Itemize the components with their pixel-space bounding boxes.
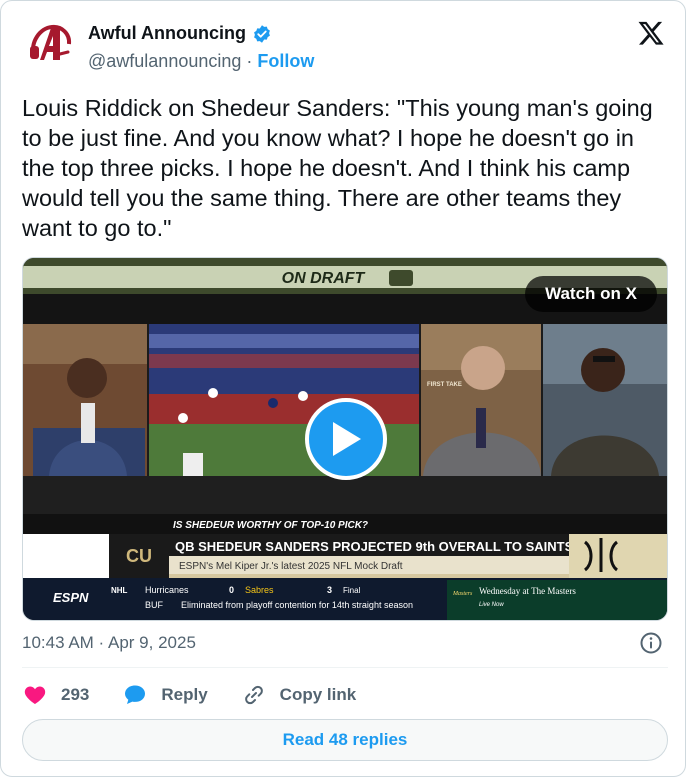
author-name-row: Awful Announcing — [88, 23, 272, 44]
promo-line2: Live Now — [479, 602, 504, 608]
video-player[interactable]: ON DRAFT FIRST TAKE IS SHEDEUR WORTHY OF… — [22, 257, 668, 621]
read-replies-button[interactable]: Read 48 replies — [22, 719, 668, 761]
x-logo-icon[interactable] — [637, 19, 665, 47]
awful-announcing-logo-icon — [22, 16, 78, 72]
author-handle[interactable]: @awfulannouncing — [88, 51, 241, 72]
author-avatar[interactable] — [22, 16, 78, 72]
like-button[interactable]: 293 — [23, 683, 89, 707]
follow-button[interactable]: Follow — [257, 51, 314, 72]
ticker-score2: 3 — [327, 585, 332, 595]
ticker-score1: 0 — [229, 585, 234, 595]
info-icon[interactable] — [639, 631, 663, 655]
tweet-text: Louis Riddick on Shedeur Sanders: "This … — [22, 95, 653, 241]
separator-dot: · — [246, 51, 253, 71]
colorado-logo: CU — [126, 546, 152, 566]
watch-on-x-button[interactable]: Watch on X — [525, 276, 657, 312]
masters-brand: Masters — [452, 591, 473, 597]
ticker-status: Final — [343, 586, 361, 595]
verified-badge-icon — [254, 24, 270, 43]
like-count: 293 — [61, 685, 90, 704]
tweet-timestamp[interactable]: 10:43 AM · Apr 9, 2025 — [22, 633, 196, 653]
author-handle-row: @awfulannouncing · Follow — [88, 51, 314, 72]
ticker-team-abbr: BUF — [145, 600, 164, 610]
ticker-league: NHL — [111, 586, 128, 595]
tweet-card: Awful Announcing @awfulannouncing · Foll… — [0, 0, 686, 777]
reply-bubble-icon — [125, 685, 146, 704]
action-bar: 293 Reply Copy link — [23, 683, 390, 707]
lower-third-question: IS SHEDEUR WORTHY OF TOP-10 PICK? — [173, 520, 368, 531]
ticker-team2: Sabres — [245, 585, 274, 595]
ticker-team1: Hurricanes — [145, 585, 189, 595]
heart-icon — [24, 686, 46, 704]
play-icon — [333, 422, 361, 456]
reply-label: Reply — [161, 685, 208, 704]
copy-link-button[interactable]: Copy link — [242, 683, 357, 707]
link-icon — [244, 685, 263, 705]
on-draft-banner: ON DRAFT — [282, 270, 366, 287]
first-take-label: FIRST TAKE — [427, 382, 462, 388]
lower-third-subheadline: ESPN's Mel Kiper Jr.'s latest 2025 NFL M… — [179, 561, 403, 572]
promo-line1: Wednesday at The Masters — [479, 586, 576, 596]
ticker-network: ESPN — [53, 590, 89, 605]
divider — [22, 667, 668, 668]
ticker-note: Eliminated from playoff contention for 1… — [181, 600, 413, 610]
lower-third-headline: QB SHEDEUR SANDERS PROJECTED 9th OVERALL… — [175, 539, 574, 554]
play-button[interactable] — [305, 398, 387, 480]
copy-link-label: Copy link — [279, 685, 357, 704]
reply-button[interactable]: Reply — [123, 683, 208, 707]
author-name[interactable]: Awful Announcing — [88, 23, 246, 44]
